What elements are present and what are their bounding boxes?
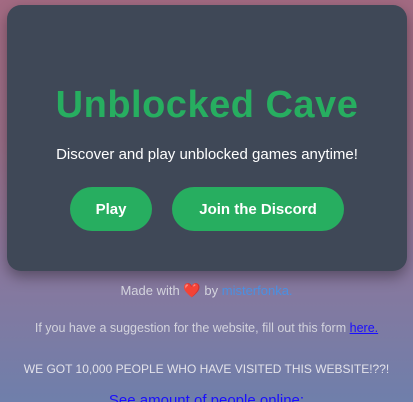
- author-link[interactable]: misterfonka.: [222, 283, 293, 298]
- online-count-link[interactable]: See amount of people online:: [0, 392, 413, 402]
- made-with-line: Made with ❤️ by misterfonka.: [0, 282, 413, 299]
- suggestion-text: If you have a suggestion for the website…: [34, 321, 347, 335]
- heart-icon: ❤️: [183, 282, 201, 298]
- suggestion-line: If you have a suggestion for the website…: [0, 321, 413, 335]
- page-title: Unblocked Cave: [55, 84, 359, 126]
- play-button[interactable]: Play: [70, 187, 152, 231]
- made-with-text: Made with: [120, 283, 180, 298]
- hero-card: Unblocked Cave Discover and play unblock…: [7, 5, 407, 271]
- made-by-text: by: [204, 283, 219, 298]
- page-subtitle: Discover and play unblocked games anytim…: [56, 146, 358, 163]
- visitors-announcement: WE GOT 10,000 PEOPLE WHO HAVE VISITED TH…: [23, 362, 390, 376]
- join-discord-button[interactable]: Join the Discord: [172, 187, 344, 231]
- suggestion-form-link[interactable]: here.: [350, 321, 379, 335]
